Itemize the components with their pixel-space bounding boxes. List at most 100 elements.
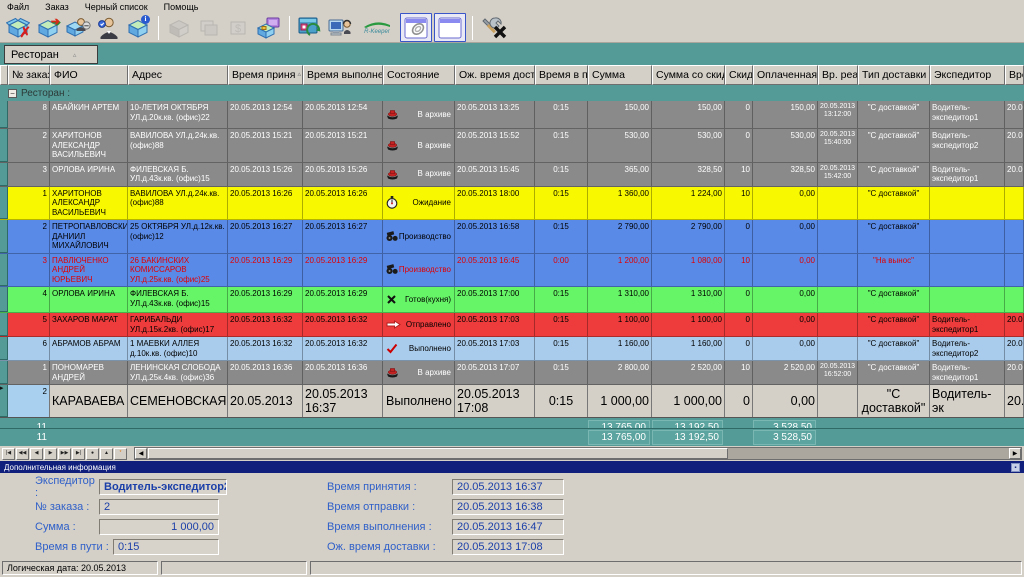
- column-header-t_acc[interactable]: Время приня▵: [228, 65, 303, 85]
- column-header-t_done[interactable]: Время выполне: [303, 65, 383, 85]
- table-row-selected[interactable]: ▸2КАРАВАЕВАСЕМЕНОВСКАЯ20.05.201320.05.20…: [0, 385, 1024, 418]
- attached-docs-toggle[interactable]: [400, 13, 432, 42]
- status-panel-3: [310, 561, 1022, 575]
- cell-sum: 530,00: [588, 129, 652, 162]
- sum-field[interactable]: 1 000,00: [99, 519, 219, 535]
- table-row[interactable]: 4ОРЛОВА ИРИНАФИЛЕВСКАЯ Б. УЛ.д.43к.кв. (…: [0, 287, 1024, 313]
- plain-view-toggle[interactable]: [434, 13, 466, 42]
- table-row[interactable]: 2ПЕТРОПАВЛОВСКИЙ ДАНИИЛ МИХАЙЛОВИЧ25 ОКТ…: [0, 220, 1024, 254]
- column-header-paid[interactable]: Оплаченная: [753, 65, 818, 85]
- cell-num: 5: [8, 313, 50, 336]
- column-header-disc[interactable]: Скидка: [725, 65, 753, 85]
- archive-box-button[interactable]: [255, 14, 283, 41]
- menu-item-2[interactable]: Черный список: [85, 2, 148, 12]
- menu-item-3[interactable]: Помощь: [164, 2, 199, 12]
- cell-fio: ОРЛОВА ИРИНА: [50, 163, 128, 186]
- cell-t_done: 20.05.2013 12:54: [303, 101, 383, 128]
- scrollbar-thumb[interactable]: [148, 448, 728, 459]
- row-indicator: [0, 313, 8, 336]
- column-header-sum_d[interactable]: Сумма со скид: [652, 65, 725, 85]
- table-row[interactable]: 1ХАРИТОНОВ АЛЕКСАНДР ВАСИЛЬЕВИЧВАВИЛОВА …: [0, 187, 1024, 221]
- table-row[interactable]: 6АБРАМОВ АБРАМ1 МАЕВКИ АЛЛЕЯ д.10к.кв. (…: [0, 337, 1024, 361]
- cell-sum: 2 790,00: [588, 220, 652, 253]
- cell-disc: 10: [725, 187, 753, 220]
- table-row[interactable]: 3ПАВЛЮЧЕНКО АНДРЕЙ ЮРЬЕВИЧ26 БАКИНСКИХ К…: [0, 254, 1024, 288]
- nav-next-page-button[interactable]: ▶▶: [58, 448, 71, 460]
- scroll-left-icon[interactable]: ◀: [135, 448, 147, 459]
- support-button[interactable]: [326, 14, 354, 41]
- group-row[interactable]: − Ресторан :: [0, 85, 1024, 101]
- nav-edit-button[interactable]: ▲: [100, 448, 113, 460]
- table-row[interactable]: 8АБАЙКИН АРТЕМ10-ЛЕТИЯ ОКТЯБРЯ УЛ.д.20к.…: [0, 101, 1024, 129]
- nav-next-button[interactable]: ▶: [44, 448, 57, 460]
- collapse-icon[interactable]: −: [8, 89, 17, 98]
- cell-t_done: 20.05.2013 15:26: [303, 163, 383, 186]
- table-row[interactable]: 3ОРЛОВА ИРИНАФИЛЕВСКАЯ Б. УЛ.д.43к.кв. (…: [0, 163, 1024, 187]
- column-header-fio[interactable]: ФИО: [50, 65, 128, 85]
- delete-order-button[interactable]: ✗: [4, 14, 32, 41]
- menu-item-1[interactable]: Заказ: [45, 2, 69, 12]
- cell-t_acc: 20.05.2013 16:29: [228, 287, 303, 312]
- cell-t_way: 0:00: [535, 254, 588, 287]
- window-refresh-icon: [297, 16, 323, 40]
- order-number-field[interactable]: 2: [99, 499, 219, 515]
- row-indicator: [0, 361, 8, 384]
- order-info-button[interactable]: i: [124, 14, 152, 41]
- travel-time-field[interactable]: 0:15: [113, 539, 219, 555]
- tab-restoran[interactable]: Ресторан ▵: [4, 45, 98, 64]
- nav-refresh-button[interactable]: ●: [86, 448, 99, 460]
- cell-t_done: 20.05.2013 16:29: [303, 254, 383, 287]
- cell-addr: 10-ЛЕТИЯ ОКТЯБРЯ УЛ.д.20к.кв. (офис)22: [128, 101, 228, 128]
- done-time-field[interactable]: 20.05.2013 16:47: [452, 519, 564, 535]
- column-header-sum[interactable]: Сумма: [588, 65, 652, 85]
- cell-t_exp: 20.05.2013 17:08: [455, 385, 535, 417]
- exchange-button[interactable]: [296, 14, 324, 41]
- client-button[interactable]: [94, 14, 122, 41]
- menu-item-0[interactable]: Файл: [7, 2, 29, 12]
- nav-prior-page-button[interactable]: ◀◀: [16, 448, 29, 460]
- cell-t_exp: 20.05.2013 13:25: [455, 101, 535, 128]
- column-header-t_exp[interactable]: Ож. время доста: [455, 65, 535, 85]
- cell-t_acc: 20.05.2013 16:26: [228, 187, 303, 220]
- accept-time-field[interactable]: 20.05.2013 16:37: [452, 479, 564, 495]
- cell-t_exp: 20.05.2013 15:52: [455, 129, 535, 162]
- table-row[interactable]: 1ПОНОМАРЕВ АНДРЕЙЛЕНИНСКАЯ СЛОБОДА УЛ.д.…: [0, 361, 1024, 385]
- nav-first-button[interactable]: |◀: [2, 448, 15, 460]
- row-indicator: [0, 101, 8, 128]
- table-row[interactable]: 2ХАРИТОНОВ АЛЕКСАНДР ВАСИЛЬЕВИЧВАВИЛОВА …: [0, 129, 1024, 163]
- column-header-addr[interactable]: Адрес: [128, 65, 228, 85]
- settings-close-button[interactable]: [479, 14, 513, 41]
- column-header-num[interactable]: № заказ: [8, 65, 50, 85]
- cell-status: В архиве: [383, 129, 455, 162]
- send-time-field[interactable]: 20.05.2013 16:38: [452, 499, 564, 515]
- nav-last-button[interactable]: ▶|: [72, 448, 85, 460]
- column-header-exped[interactable]: Экспедитор: [930, 65, 1005, 85]
- column-header-t_upd[interactable]: Врем: [1005, 65, 1024, 85]
- restore-order-button[interactable]: ➔: [34, 14, 62, 41]
- cell-exped: Водитель-экспедитор1: [930, 361, 1005, 384]
- cell-disc: 0: [725, 385, 753, 417]
- expected-time-field[interactable]: 20.05.2013 17:08: [452, 539, 564, 555]
- column-header-status[interactable]: Состояние: [383, 65, 455, 85]
- remove-courier-button[interactable]: [64, 14, 92, 41]
- navigator-bar: |◀◀◀◀▶▶▶▶|●▲* ◀ ▶: [0, 446, 1024, 461]
- cell-num: 1: [8, 187, 50, 220]
- courier-minus-icon: [65, 16, 91, 40]
- column-header-t_real[interactable]: Вр. реал: [818, 65, 858, 85]
- dollar-icon: $: [227, 17, 251, 39]
- scroll-right-icon[interactable]: ▶: [1009, 448, 1021, 459]
- column-header-dtype[interactable]: Тип доставки: [858, 65, 930, 85]
- horizontal-scrollbar[interactable]: ◀ ▶: [134, 447, 1022, 460]
- nav-prior-button[interactable]: ◀: [30, 448, 43, 460]
- cell-sum: 365,00: [588, 163, 652, 186]
- tab-label: Ресторан: [11, 49, 59, 61]
- expeditor-field[interactable]: Водитель-экспедитор2: [99, 479, 227, 495]
- summary-paid: 3 528,50: [753, 420, 816, 429]
- column-header-t_way[interactable]: Время в пут: [535, 65, 588, 85]
- cell-t_way: 0:15: [535, 163, 588, 186]
- header-indicator-stub: [0, 65, 8, 85]
- table-row[interactable]: 5ЗАХАРОВ МАРАТГАРИБАЛЬДИ УЛ.д.15к.2кв. (…: [0, 313, 1024, 337]
- panel-pin-button[interactable]: ▪: [1011, 463, 1020, 472]
- nav-filter-button[interactable]: *: [114, 448, 127, 460]
- accept-time-label: Время принятия :: [327, 481, 452, 493]
